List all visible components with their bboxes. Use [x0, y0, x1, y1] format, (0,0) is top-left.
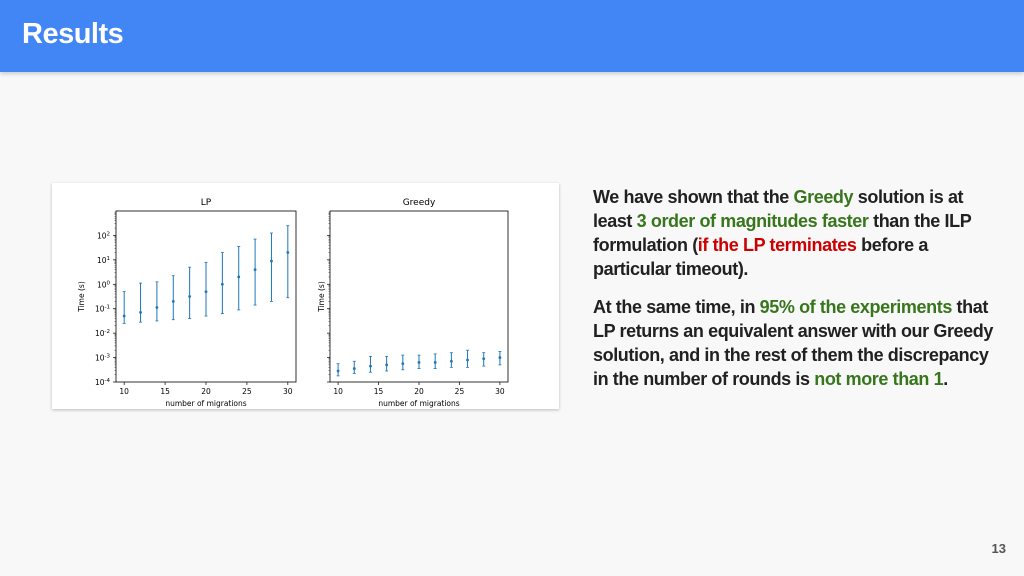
text-span: At the same time, in [593, 297, 760, 317]
y-tick-label: 101 [97, 256, 110, 265]
x-tick-label: 15 [374, 387, 384, 396]
x-tick-label: 15 [160, 387, 170, 396]
page-number: 13 [991, 541, 1006, 556]
data-point [139, 310, 142, 314]
y-axis-label: Time (s) [77, 281, 86, 313]
y-tick-label: 10-3 [95, 354, 111, 363]
data-point [220, 282, 224, 286]
data-point [369, 364, 372, 368]
x-tick-label: 30 [495, 387, 505, 396]
y-axis-label: Time (s) [317, 281, 326, 313]
highlight-not-more-than-1: not more than 1 [814, 369, 944, 389]
x-tick-label: 20 [201, 387, 211, 396]
data-point [466, 358, 469, 362]
data-point [188, 295, 192, 298]
data-point [336, 369, 340, 373]
y-tick-label: 10-1 [95, 305, 110, 314]
x-axis-label: number of migrations [165, 399, 246, 408]
chart-title: Greedy [403, 198, 436, 208]
y-tick-label: 102 [97, 231, 110, 240]
x-tick-label: 25 [455, 387, 465, 396]
data-point [482, 357, 486, 361]
data-point [417, 361, 421, 364]
charts-svg: LP number of migrations Time (s) 10 15 20 25 30… [77, 198, 509, 408]
text-span: We have shown that the [593, 187, 794, 207]
data-point [352, 367, 356, 370]
data-point [498, 356, 502, 359]
x-axis-label: number of migrations [378, 399, 459, 408]
data-point [122, 314, 126, 318]
x-tick-label: 30 [283, 387, 293, 396]
data-point [433, 361, 437, 364]
y-tick-label: 100 [97, 280, 111, 289]
text-span: . [943, 369, 948, 389]
data-point [204, 290, 208, 294]
highlight-lp-terminates: if the LP terminates [697, 235, 857, 255]
data-point [270, 259, 273, 263]
data-point [237, 275, 241, 279]
x-tick-label: 25 [242, 387, 252, 396]
highlight-95-percent: 95% of the experiments [759, 297, 953, 317]
x-tick-label: 10 [333, 387, 343, 396]
paragraph-accuracy: At the same time, in 95% of the experime… [593, 295, 1003, 391]
x-tick-label: 20 [414, 387, 424, 396]
slide-title: Results [22, 18, 124, 50]
highlight-greedy: Greedy [793, 187, 854, 207]
slide-header: Results [0, 0, 1024, 72]
data-point [286, 251, 290, 254]
results-figure: LP number of migrations Time (s) 10 15 20 25 30… [52, 183, 559, 409]
highlight-magnitudes: 3 order of magnitudes faster [636, 211, 869, 231]
data-point [401, 362, 405, 366]
data-point [155, 306, 159, 309]
x-tick-label: 10 [119, 387, 129, 396]
data-point [171, 299, 175, 303]
data-point [449, 359, 453, 363]
results-text: We have shown that the Greedy solution i… [593, 185, 1003, 405]
data-point [385, 363, 389, 367]
y-tick-label: 10-2 [95, 329, 110, 338]
y-tick-label: 10-4 [95, 378, 111, 387]
chart-title: LP [201, 198, 212, 208]
paragraph-speed: We have shown that the Greedy solution i… [593, 185, 1003, 281]
data-point [253, 268, 257, 272]
